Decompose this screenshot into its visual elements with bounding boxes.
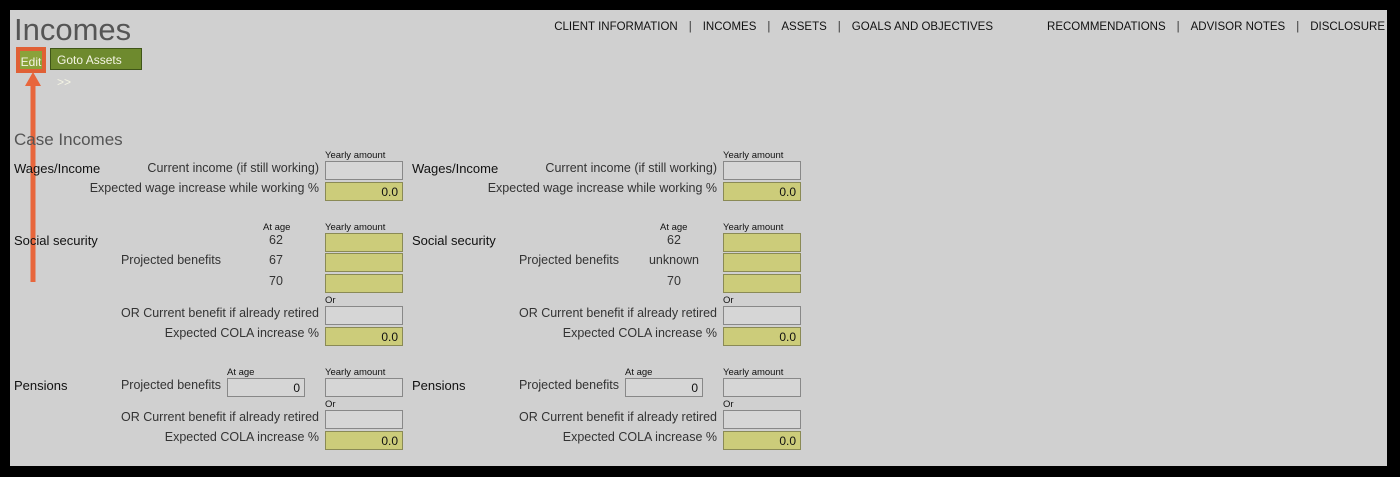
- pension-age-field[interactable]: 0: [227, 378, 305, 397]
- pension-cola-field[interactable]: 0.0: [325, 431, 403, 450]
- nav-disclosure[interactable]: DISCLOSURE: [1299, 21, 1387, 33]
- pension-current-benefit-field[interactable]: [723, 410, 801, 429]
- wage-increase-field[interactable]: 0.0: [325, 182, 403, 201]
- ss-current-benefit-field[interactable]: [723, 306, 801, 325]
- or-label: Or: [723, 399, 734, 410]
- nav-client-information[interactable]: CLIENT INFORMATION: [543, 21, 689, 33]
- ss-age-2: unknown: [648, 253, 700, 267]
- wages-heading: Wages/Income: [412, 161, 499, 176]
- current-income-label: Current income (if still working): [545, 161, 717, 175]
- at-age-label: At age: [227, 367, 255, 378]
- at-age-label: At age: [625, 367, 653, 378]
- annotation-arrow-icon: [25, 72, 41, 282]
- at-age-label: At age: [263, 222, 291, 233]
- current-income-field[interactable]: [723, 161, 801, 180]
- goto-assets-button[interactable]: Goto Assets >>: [50, 48, 142, 89]
- current-benefit-label: OR Current benefit if already retired: [120, 306, 319, 320]
- yearly-amount-label: Yearly amount: [723, 222, 784, 233]
- ss-cola-field[interactable]: 0.0: [325, 327, 403, 346]
- yearly-amount-label: Yearly amount: [325, 150, 386, 161]
- incomes-page: Incomes CLIENT INFORMATION | INCOMES | A…: [10, 10, 1387, 466]
- ss-age-2: 67: [269, 253, 283, 267]
- nav-recommendations[interactable]: RECOMMENDATIONS: [1036, 21, 1177, 33]
- nav-assets[interactable]: ASSETS: [770, 21, 837, 33]
- current-benefit-label: OR Current benefit if already retired: [518, 410, 717, 424]
- projected-benefits-label: Projected benefits: [120, 253, 221, 267]
- or-label: Or: [723, 295, 734, 306]
- projected-benefits-label: Projected benefits: [518, 253, 619, 267]
- ss-current-benefit-field[interactable]: [325, 306, 403, 325]
- or-label: Or: [325, 399, 336, 410]
- yearly-amount-label: Yearly amount: [325, 367, 386, 378]
- edit-button[interactable]: Edit: [18, 49, 44, 71]
- pension-amount-field[interactable]: [723, 378, 801, 397]
- ss-age-3: 70: [269, 274, 283, 288]
- nav-goals-and-objectives[interactable]: GOALS AND OBJECTIVES: [841, 21, 1004, 33]
- pensions-heading: Pensions: [14, 378, 68, 393]
- social-security-heading: Social security: [412, 233, 496, 248]
- nav-incomes[interactable]: INCOMES: [692, 21, 768, 33]
- projected-benefits-label: Projected benefits: [120, 378, 221, 392]
- pension-amount-field[interactable]: [325, 378, 403, 397]
- cola-label: Expected COLA increase %: [164, 430, 319, 444]
- or-label: Or: [325, 295, 336, 306]
- yearly-amount-label: Yearly amount: [325, 222, 386, 233]
- social-security-heading: Social security: [14, 233, 98, 248]
- current-income-field[interactable]: [325, 161, 403, 180]
- ss-amount-2-field[interactable]: [325, 253, 403, 272]
- ss-amount-1-field[interactable]: [723, 233, 801, 252]
- ss-amount-1-field[interactable]: [325, 233, 403, 252]
- pension-age-field[interactable]: 0: [625, 378, 703, 397]
- ss-amount-3-field[interactable]: [325, 274, 403, 293]
- pension-cola-field[interactable]: 0.0: [723, 431, 801, 450]
- at-age-label: At age: [660, 222, 688, 233]
- ss-amount-3-field[interactable]: [723, 274, 801, 293]
- current-benefit-label: OR Current benefit if already retired: [518, 306, 717, 320]
- cola-label: Expected COLA increase %: [164, 326, 319, 340]
- wage-increase-field[interactable]: 0.0: [723, 182, 801, 201]
- cola-label: Expected COLA increase %: [562, 326, 717, 340]
- ss-age-3: 70: [667, 274, 681, 288]
- wages-heading: Wages/Income: [14, 161, 101, 176]
- current-income-label: Current income (if still working): [147, 161, 319, 175]
- pensions-heading: Pensions: [412, 378, 466, 393]
- ss-age-1: 62: [667, 233, 681, 247]
- ss-amount-2-field[interactable]: [723, 253, 801, 272]
- yearly-amount-label: Yearly amount: [723, 367, 784, 378]
- wage-increase-label: Expected wage increase while working %: [487, 181, 717, 195]
- page-title: Incomes: [14, 12, 132, 47]
- yearly-amount-label: Yearly amount: [723, 150, 784, 161]
- top-navigation: CLIENT INFORMATION | INCOMES | ASSETS | …: [543, 21, 1387, 33]
- nav-advisor-notes[interactable]: ADVISOR NOTES: [1180, 21, 1297, 33]
- cola-label: Expected COLA increase %: [562, 430, 717, 444]
- current-benefit-label: OR Current benefit if already retired: [120, 410, 319, 424]
- section-title: Case Incomes: [14, 130, 123, 149]
- ss-cola-field[interactable]: 0.0: [723, 327, 801, 346]
- projected-benefits-label: Projected benefits: [518, 378, 619, 392]
- wage-increase-label: Expected wage increase while working %: [89, 181, 319, 195]
- pension-current-benefit-field[interactable]: [325, 410, 403, 429]
- ss-age-1: 62: [269, 233, 283, 247]
